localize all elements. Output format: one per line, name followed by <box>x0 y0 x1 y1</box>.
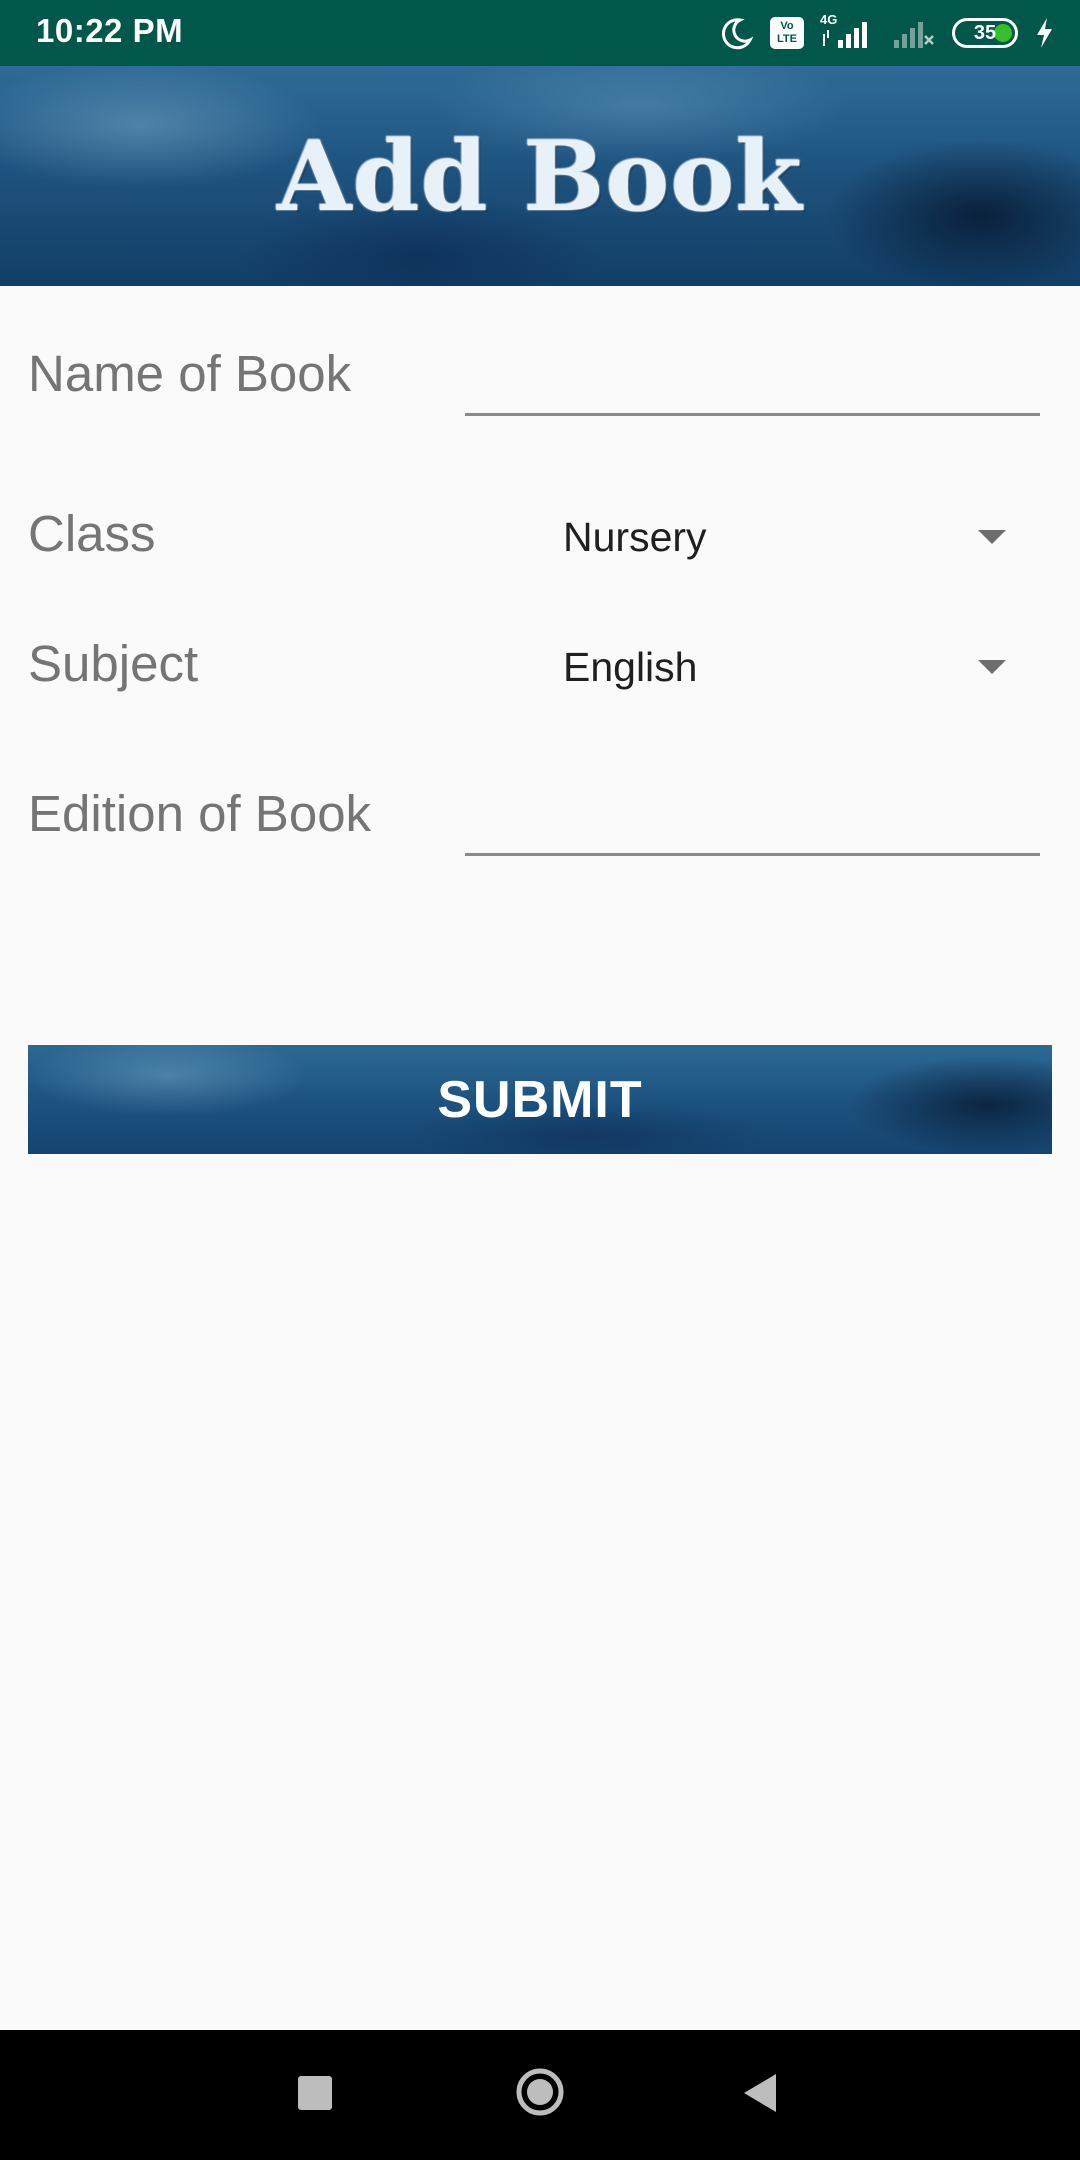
battery-icon: 35 <box>952 18 1018 48</box>
class-selected-value: Nursery <box>563 513 707 560</box>
battery-fill <box>994 24 1012 42</box>
back-icon[interactable] <box>742 2072 778 2114</box>
page-title: Add Book <box>277 120 803 233</box>
dropdown-arrow-icon <box>978 530 1006 544</box>
name-of-book-label: Name of Book <box>28 345 352 402</box>
status-bar: 10:22 PM Vo LTE 4G 35 <box>0 0 1080 66</box>
moon-icon <box>721 18 754 50</box>
edition-of-book-label: Edition of Book <box>28 785 372 842</box>
signal-no-service-icon <box>894 22 934 48</box>
signal-icon: 4G <box>820 12 876 50</box>
home-icon[interactable] <box>514 2066 566 2118</box>
battery-level: 35 <box>973 21 997 44</box>
name-of-book-input[interactable] <box>465 336 1040 416</box>
edition-of-book-input[interactable] <box>465 776 1040 856</box>
submit-button[interactable]: SUBMIT <box>28 1045 1052 1154</box>
status-time: 10:22 PM <box>36 12 184 49</box>
class-label: Class <box>28 505 156 562</box>
recents-icon[interactable] <box>298 2076 332 2110</box>
charging-icon <box>1037 18 1052 48</box>
subject-label: Subject <box>28 635 199 692</box>
class-dropdown[interactable]: Nursery <box>540 497 1020 577</box>
navigation-bar <box>0 2030 1080 2160</box>
subject-selected-value: English <box>563 643 698 690</box>
header-banner: Add Book <box>0 66 1080 286</box>
dropdown-arrow-icon <box>978 660 1006 674</box>
volte-icon: Vo LTE <box>770 17 804 49</box>
subject-dropdown[interactable]: English <box>540 627 1020 707</box>
status-icons: Vo LTE 4G 35 <box>720 10 1054 56</box>
